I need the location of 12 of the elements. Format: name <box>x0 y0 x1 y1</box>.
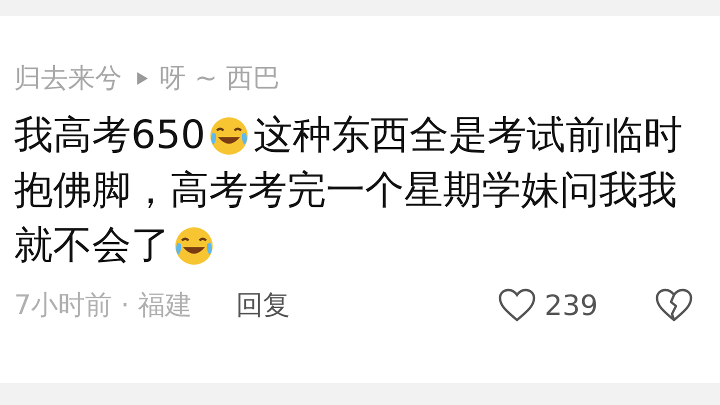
reply-to-name[interactable]: 呀 ~ 西巴 <box>159 60 280 96</box>
comment-text: 就不会了 <box>14 222 170 270</box>
reply-button[interactable]: 回复 <box>236 287 290 323</box>
heart-icon[interactable] <box>496 287 537 323</box>
comment-text: 我高考650 <box>14 112 206 160</box>
comment-text: 这种东西全是考试前临时 <box>253 112 682 160</box>
play-icon <box>136 70 149 86</box>
time-location: 7小时前 · 福建 <box>14 289 192 323</box>
like-count: 239 <box>544 288 598 322</box>
comment-text: 抱佛脚，高考考完一个星期学妹问我我 <box>14 167 677 215</box>
author-name[interactable]: 归去来兮 <box>14 60 122 96</box>
broken-heart-icon[interactable] <box>654 287 694 323</box>
